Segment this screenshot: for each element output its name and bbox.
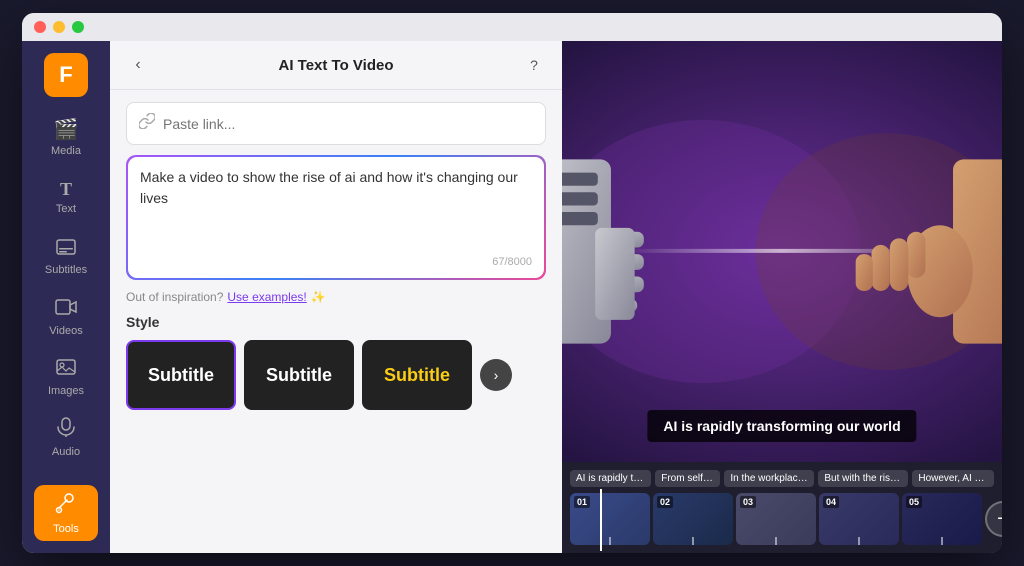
- thumb-tick-2: [692, 537, 694, 545]
- timeline-line: [600, 489, 602, 551]
- maximize-button[interactable]: [72, 21, 84, 33]
- thumb-tick-5: [941, 537, 943, 545]
- video-background: AI is rapidly transforming our world: [562, 41, 1002, 462]
- sparkle-icon: ✨: [311, 290, 326, 304]
- prompt-textarea[interactable]: Make a video to show the rise of ai and …: [140, 167, 532, 247]
- inspiration-text: Out of inspiration?: [126, 290, 223, 304]
- images-icon: [56, 358, 76, 382]
- use-examples-link[interactable]: Use examples!: [227, 290, 306, 304]
- thumb-4[interactable]: 04: [819, 493, 899, 545]
- clip-label-2: From self-drivi...: [655, 470, 720, 487]
- link-input[interactable]: [163, 116, 533, 132]
- app-body: F 🎬 Media T Text Subtitles: [22, 41, 1002, 553]
- thumb-num-2: 02: [657, 496, 673, 508]
- sidebar-item-images[interactable]: Images: [34, 349, 98, 405]
- handshake-illustration: [562, 41, 1002, 462]
- style-card-2-label: Subtitle: [266, 365, 332, 386]
- thumb-5[interactable]: 05: [902, 493, 982, 545]
- thumb-num-3: 03: [740, 496, 756, 508]
- sidebar: F 🎬 Media T Text Subtitles: [22, 41, 110, 553]
- sidebar-item-media[interactable]: 🎬 Media: [34, 109, 98, 165]
- timeline-thumbs-row: 01 02 03 04: [570, 493, 994, 545]
- audio-icon: [57, 417, 75, 443]
- panel-header: ‹ AI Text To Video ?: [110, 41, 562, 90]
- panel-content: Make a video to show the rise of ai and …: [110, 90, 562, 553]
- subtitle-overlay: AI is rapidly transforming our world: [647, 410, 916, 442]
- text-area-wrapper: Make a video to show the rise of ai and …: [126, 155, 546, 280]
- clip-label-3: In the workplace, AI is a...: [724, 470, 814, 487]
- style-card-3[interactable]: Subtitle: [362, 340, 472, 410]
- subtitle-text: AI is rapidly transforming our world: [663, 418, 900, 434]
- style-card-1[interactable]: Subtitle: [126, 340, 236, 410]
- thumb-tick-4: [858, 537, 860, 545]
- main-panel: ‹ AI Text To Video ?: [110, 41, 562, 553]
- text-icon: T: [60, 179, 72, 200]
- clip-label-1: AI is rapidly transfo...: [570, 470, 651, 487]
- style-cards-container: Subtitle Subtitle Subtitle ›: [126, 340, 546, 410]
- sidebar-label-text: Text: [56, 203, 76, 215]
- sidebar-item-tools[interactable]: Tools: [34, 485, 98, 541]
- inspiration-row: Out of inspiration? Use examples! ✨: [126, 290, 546, 304]
- thumb-2[interactable]: 02: [653, 493, 733, 545]
- video-preview: AI is rapidly transforming our world: [562, 41, 1002, 462]
- link-icon: [139, 113, 155, 134]
- sidebar-item-videos[interactable]: Videos: [34, 289, 98, 345]
- sidebar-label-videos: Videos: [49, 325, 82, 337]
- thumb-num-1: 01: [574, 496, 590, 508]
- thumb-tick-1: [609, 537, 611, 545]
- app-logo: F: [44, 53, 88, 97]
- panel-title: AI Text To Video: [150, 57, 522, 74]
- sidebar-item-subtitles[interactable]: Subtitles: [34, 229, 98, 285]
- sidebar-label-subtitles: Subtitles: [45, 264, 87, 276]
- media-icon: 🎬: [54, 117, 79, 142]
- style-label: Style: [126, 314, 546, 330]
- app-window: F 🎬 Media T Text Subtitles: [22, 13, 1002, 553]
- thumb-3[interactable]: 03: [736, 493, 816, 545]
- close-button[interactable]: [34, 21, 46, 33]
- sidebar-label-audio: Audio: [52, 446, 80, 458]
- sidebar-label-media: Media: [51, 145, 81, 157]
- tools-icon: [55, 492, 77, 520]
- help-button[interactable]: ?: [522, 53, 546, 77]
- thumb-tick-3: [775, 537, 777, 545]
- add-clip-button[interactable]: +: [985, 501, 1002, 537]
- style-card-3-label: Subtitle: [384, 365, 450, 386]
- sidebar-item-text[interactable]: T Text: [34, 169, 98, 225]
- subtitles-icon: [56, 238, 76, 261]
- sidebar-label-images: Images: [48, 385, 84, 397]
- char-count: 67/8000: [140, 256, 532, 268]
- style-card-1-label: Subtitle: [148, 365, 214, 386]
- thumb-num-4: 04: [823, 496, 839, 508]
- link-input-container: [126, 102, 546, 145]
- clip-label-4: But with the rise of AI c...: [818, 470, 908, 487]
- minimize-button[interactable]: [53, 21, 65, 33]
- thumb-num-5: 05: [906, 496, 922, 508]
- back-button[interactable]: ‹: [126, 53, 150, 77]
- timeline-panel: AI is rapidly transfo... From self-drivi…: [562, 462, 1002, 553]
- title-bar: [22, 13, 1002, 41]
- preview-panel: AI is rapidly transforming our world AI …: [562, 41, 1002, 553]
- videos-icon: [55, 298, 77, 322]
- sidebar-item-audio[interactable]: Audio: [34, 409, 98, 465]
- style-next-button[interactable]: ›: [480, 359, 512, 391]
- sidebar-label-tools: Tools: [53, 523, 79, 535]
- clip-label-5: However, AI also pr...: [912, 470, 994, 487]
- thumb-1[interactable]: 01: [570, 493, 650, 545]
- timeline-clips-row: AI is rapidly transfo... From self-drivi…: [570, 470, 994, 487]
- style-card-2[interactable]: Subtitle: [244, 340, 354, 410]
